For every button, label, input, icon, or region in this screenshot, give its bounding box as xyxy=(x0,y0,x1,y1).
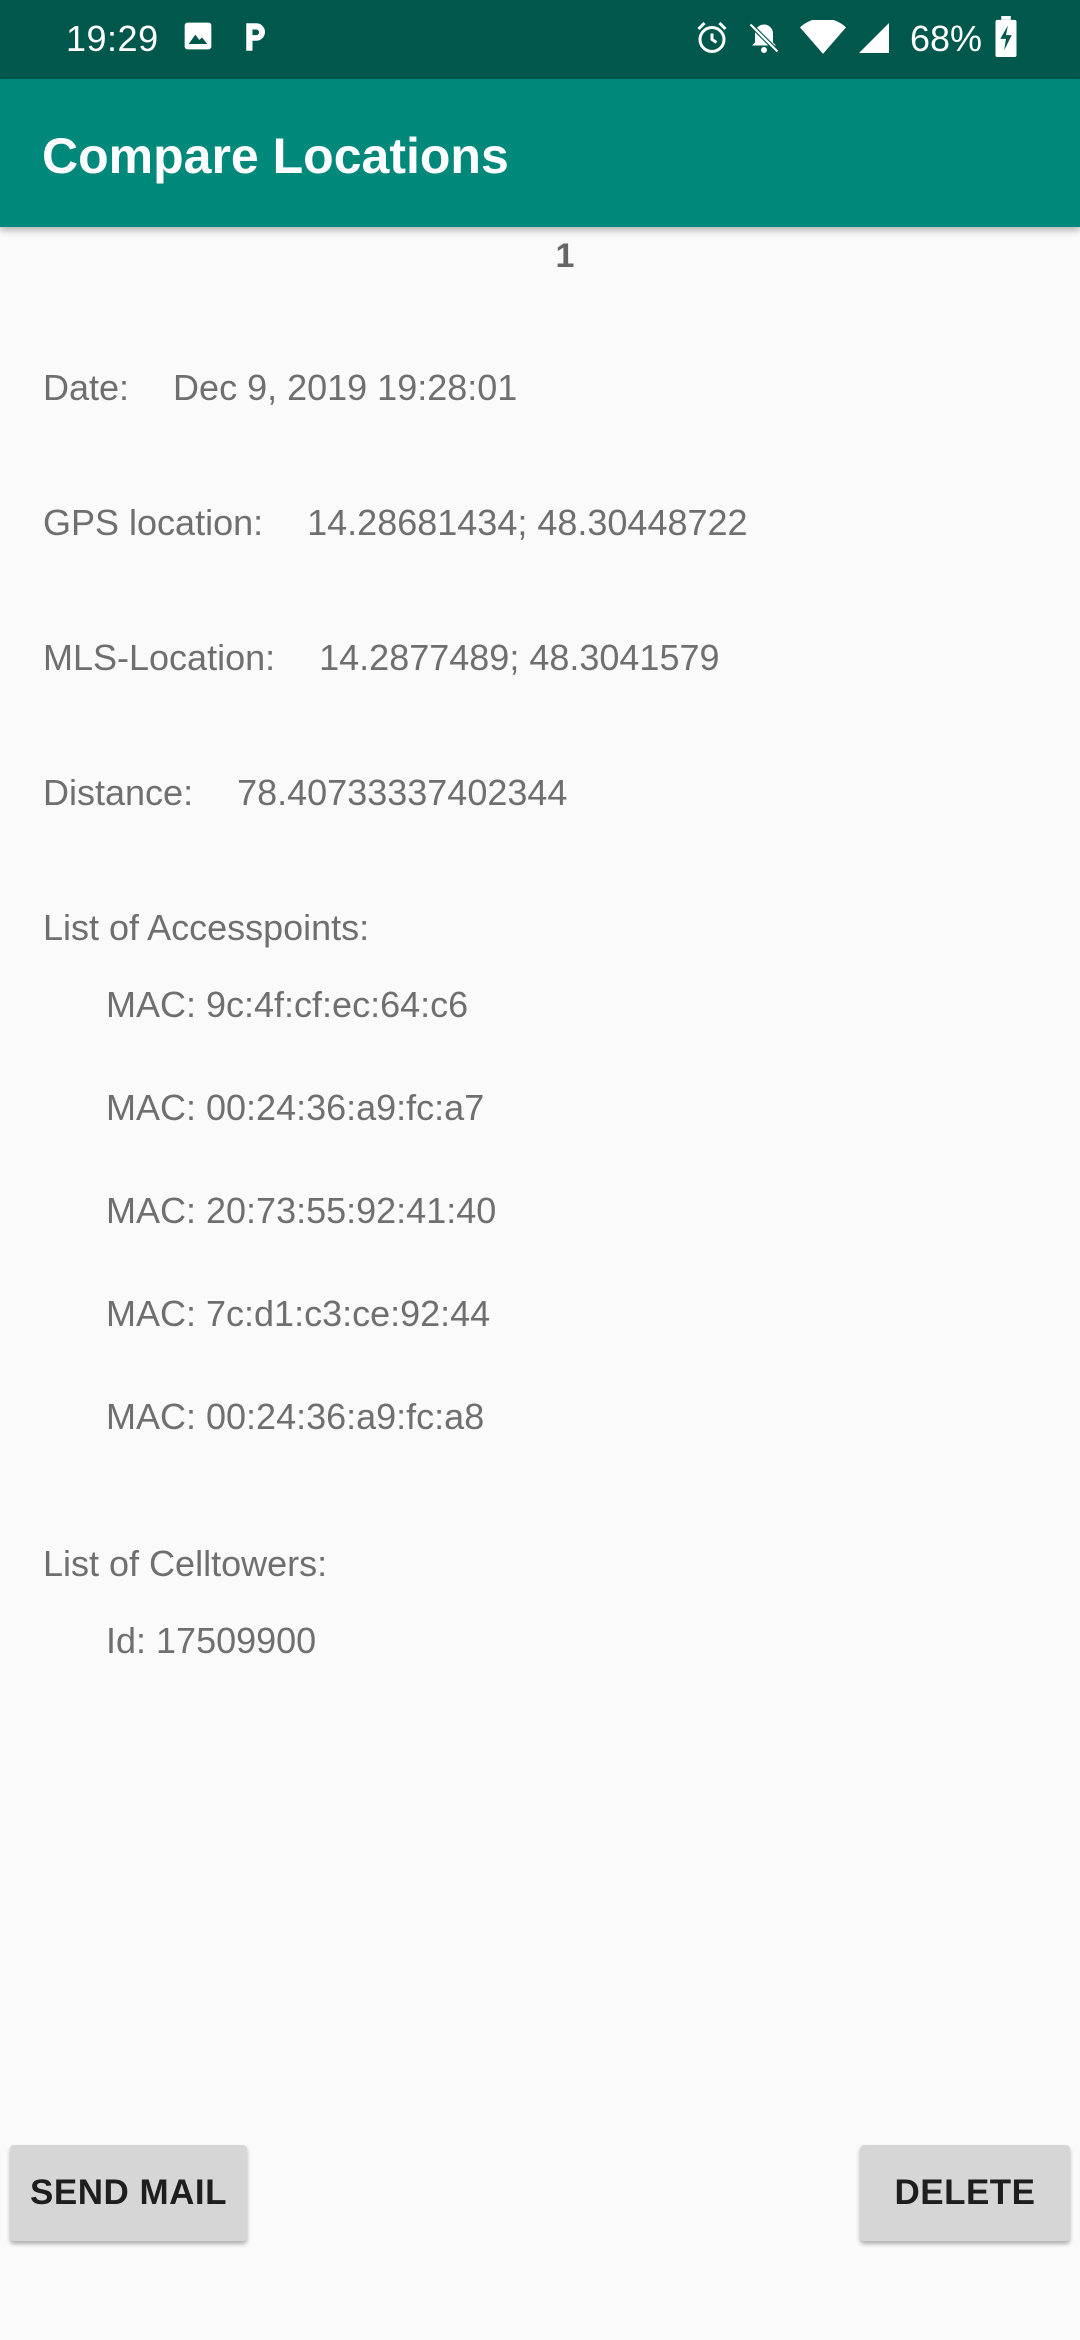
distance-label: Distance: xyxy=(43,772,194,813)
accesspoint-item: MAC: 7c:d1:c3:ce:92:44 xyxy=(106,1293,491,1334)
accesspoint-item: MAC: 9c:4f:cf:ec:64:c6 xyxy=(106,984,469,1025)
accesspoint-item: MAC: 20:73:55:92:41:40 xyxy=(106,1190,497,1231)
alarm-icon xyxy=(694,20,730,61)
accesspoints-label: List of Accesspoints: xyxy=(43,907,370,948)
status-bar: 19:29 68% xyxy=(0,0,1080,79)
wifi-icon xyxy=(800,18,846,61)
gps-location-row: GPS location: 14.28681434; 48.30448722 xyxy=(43,502,748,544)
gps-location-value: 14.28681434; 48.30448722 xyxy=(307,502,748,543)
gps-location-label: GPS location: xyxy=(43,502,264,543)
app-bar: Compare Locations xyxy=(0,79,1080,227)
record-index: 1 xyxy=(555,237,575,275)
notifications-off-icon xyxy=(746,20,782,61)
battery-percentage: 68% xyxy=(910,18,983,59)
distance-row: Distance: 78.40733337402344 xyxy=(43,772,567,814)
parking-icon xyxy=(240,20,270,59)
delete-button[interactable]: DELETE xyxy=(860,2145,1070,2241)
accesspoint-item: MAC: 00:24:36:a9:fc:a8 xyxy=(106,1396,485,1437)
accesspoint-item: MAC: 00:24:36:a9:fc:a7 xyxy=(106,1087,485,1128)
mls-location-value: 14.2877489; 48.3041579 xyxy=(319,637,720,678)
mls-location-label: MLS-Location: xyxy=(43,637,276,678)
image-icon xyxy=(182,20,214,57)
signal-icon xyxy=(856,20,892,61)
date-row: Date: Dec 9, 2019 19:28:01 xyxy=(43,367,517,409)
app-title: Compare Locations xyxy=(42,128,509,184)
battery-charging-icon xyxy=(994,16,1018,63)
distance-value: 78.40733337402344 xyxy=(237,772,568,813)
status-time: 19:29 xyxy=(66,18,159,59)
celltowers-label: List of Celltowers: xyxy=(43,1543,328,1584)
date-label: Date: xyxy=(43,367,130,408)
celltower-item: Id: 17509900 xyxy=(106,1620,317,1661)
date-value: Dec 9, 2019 19:28:01 xyxy=(173,367,518,408)
mls-location-row: MLS-Location: 14.2877489; 48.3041579 xyxy=(43,637,720,679)
send-mail-button[interactable]: SEND MAIL xyxy=(10,2145,247,2241)
